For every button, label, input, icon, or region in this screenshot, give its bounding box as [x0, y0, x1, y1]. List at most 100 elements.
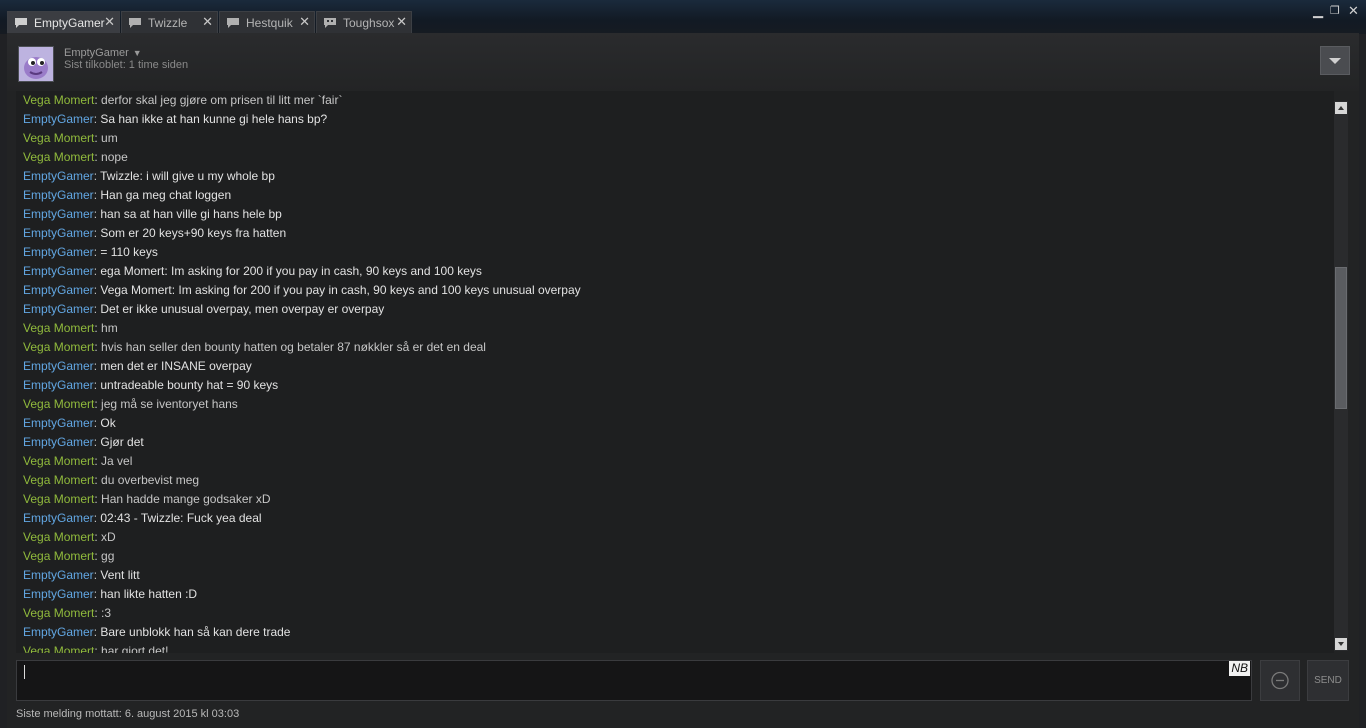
chat-scrollbar[interactable] — [1334, 101, 1348, 651]
tab-toughsox[interactable]: Toughsox ✕ — [316, 11, 412, 33]
close-icon[interactable]: ✕ — [396, 15, 407, 29]
message-sender[interactable]: EmptyGamer — [23, 587, 94, 601]
message-sender[interactable]: Vega Momert — [23, 492, 94, 506]
chat-message: EmptyGamer: 02:43 - Twizzle: Fuck yea de… — [23, 511, 262, 525]
message-sender[interactable]: Vega Momert — [23, 131, 94, 145]
avatar[interactable] — [18, 46, 54, 82]
message-sender[interactable]: EmptyGamer — [23, 416, 94, 430]
chat-message: EmptyGamer: Gjør det — [23, 435, 144, 449]
chevron-down-icon[interactable]: ▼ — [133, 48, 142, 58]
title-bar: EmptyGamer ✕ Twizzle ✕ Hestquik ✕ Toughs… — [0, 0, 1366, 34]
minimize-icon[interactable]: ▁ — [1313, 4, 1323, 18]
emoticon-button[interactable] — [1260, 660, 1300, 701]
message-text: Bare unblokk han så kan dere trade — [100, 625, 291, 639]
message-sender[interactable]: Vega Momert — [23, 606, 94, 620]
message-text: xD — [101, 530, 116, 544]
message-text: Vent litt — [100, 568, 140, 582]
message-text: :3 — [101, 606, 112, 620]
chat-message: Vega Momert: um — [23, 131, 118, 145]
message-sender[interactable]: Vega Momert — [23, 549, 94, 563]
tab-twizzle[interactable]: Twizzle ✕ — [121, 11, 218, 33]
message-sender[interactable]: EmptyGamer — [23, 112, 94, 126]
message-text: Gjør det — [100, 435, 144, 449]
message-text: untradeable bounty hat = 90 keys — [100, 378, 279, 392]
message-input[interactable]: NB — [16, 660, 1252, 701]
friend-header: EmptyGamer ▼ Sist tilkoblet: 1 time siden — [7, 33, 1359, 91]
close-icon[interactable]: ✕ — [299, 15, 310, 29]
chat-message: EmptyGamer: = 110 keys — [23, 245, 158, 259]
message-text: du overbevist meg — [101, 473, 200, 487]
message-text: hvis han seller den bounty hatten og bet… — [101, 340, 486, 354]
chat-log[interactable]: Vega Momert: derfor skal jeg gjøre om pr… — [16, 91, 1334, 653]
chat-message: Vega Momert: nope — [23, 150, 128, 164]
chat-message: Vega Momert: har gjort det! — [16, 642, 1334, 653]
last-message-status: Siste melding mottatt: 6. august 2015 kl… — [16, 708, 240, 720]
close-icon[interactable]: ✕ — [104, 15, 115, 29]
message-text: jeg må se iventoryet hans — [101, 397, 238, 411]
friend-username[interactable]: EmptyGamer ▼ — [64, 47, 142, 59]
close-icon[interactable]: ✕ — [202, 15, 213, 29]
tab-label: Twizzle — [148, 15, 188, 30]
message-sender[interactable]: Vega Momert — [23, 530, 94, 544]
message-text: Vega Momert: Im asking for 200 if you pa… — [100, 283, 581, 297]
chat-message: EmptyGamer: Sa han ikke at han kunne gi … — [23, 112, 328, 126]
message-sender[interactable]: EmptyGamer — [23, 283, 94, 297]
message-sender[interactable]: EmptyGamer — [23, 378, 94, 392]
send-button[interactable]: SEND — [1307, 660, 1349, 701]
message-text: um — [101, 131, 118, 145]
chat-bubble-icon — [323, 17, 337, 29]
chat-message: Vega Momert: du overbevist meg — [23, 473, 200, 487]
message-sender[interactable]: Vega Momert — [23, 644, 94, 653]
tab-label: EmptyGamer — [34, 15, 105, 30]
message-sender[interactable]: EmptyGamer — [23, 188, 94, 202]
chat-message: EmptyGamer: Vega Momert: Im asking for 2… — [23, 283, 581, 297]
message-sender[interactable]: Vega Momert — [23, 473, 94, 487]
message-text: Han hadde mange godsaker xD — [101, 492, 271, 506]
message-sender[interactable]: EmptyGamer — [23, 245, 94, 259]
chat-message: EmptyGamer: ega Momert: Im asking for 20… — [23, 264, 482, 278]
message-sender[interactable]: EmptyGamer — [23, 511, 94, 525]
chat-message: EmptyGamer: han sa at han ville gi hans … — [23, 207, 282, 221]
message-sender[interactable]: Vega Momert — [23, 340, 94, 354]
scroll-thumb[interactable] — [1335, 267, 1347, 409]
message-sender[interactable]: EmptyGamer — [23, 207, 94, 221]
message-sender[interactable]: EmptyGamer — [23, 625, 94, 639]
text-cursor — [24, 665, 25, 679]
message-sender[interactable]: EmptyGamer — [23, 169, 94, 183]
restore-icon[interactable]: ❐ — [1330, 4, 1340, 18]
chat-message: Vega Momert: Ja vel — [23, 454, 133, 468]
chat-message: EmptyGamer: Som er 20 keys+90 keys fra h… — [23, 226, 287, 240]
message-sender[interactable]: EmptyGamer — [23, 226, 94, 240]
message-sender[interactable]: EmptyGamer — [23, 302, 94, 316]
message-sender[interactable]: EmptyGamer — [23, 359, 94, 373]
chat-message: Vega Momert: gg — [23, 549, 115, 563]
message-sender[interactable]: Vega Momert — [23, 93, 94, 107]
chat-panel: EmptyGamer ▼ Sist tilkoblet: 1 time siden… — [7, 33, 1359, 728]
message-sender[interactable]: Vega Momert — [23, 150, 94, 164]
message-text: nope — [101, 150, 128, 164]
scroll-up-icon[interactable] — [1335, 102, 1347, 114]
tab-label: Toughsox — [343, 15, 395, 30]
message-text: = 110 keys — [100, 245, 158, 259]
chat-message: Vega Momert: hvis han seller den bounty … — [23, 340, 486, 354]
message-text: Sa han ikke at han kunne gi hele hans bp… — [100, 112, 328, 126]
message-sender[interactable]: EmptyGamer — [23, 264, 94, 278]
message-text: Ok — [100, 416, 116, 430]
message-text: men det er INSANE overpay — [100, 359, 252, 373]
message-sender[interactable]: Vega Momert — [23, 397, 94, 411]
tab-hestquik[interactable]: Hestquik ✕ — [219, 11, 315, 33]
message-sender[interactable]: EmptyGamer — [23, 568, 94, 582]
message-text: derfor skal jeg gjøre om prisen til litt… — [101, 93, 343, 107]
scroll-down-icon[interactable] — [1335, 638, 1347, 650]
chat-message: EmptyGamer: Vent litt — [23, 568, 140, 582]
window-close-icon[interactable]: ✕ — [1348, 4, 1359, 18]
chevron-down-icon — [1329, 58, 1341, 64]
message-sender[interactable]: Vega Momert — [23, 321, 94, 335]
last-online-status: Sist tilkoblet: 1 time siden — [64, 59, 189, 71]
message-sender[interactable]: EmptyGamer — [23, 435, 94, 449]
message-text: hm — [101, 321, 118, 335]
message-sender[interactable]: Vega Momert — [23, 454, 94, 468]
options-dropdown-button[interactable] — [1320, 46, 1350, 75]
tab-emptygamer[interactable]: EmptyGamer ✕ — [7, 11, 120, 33]
chat-message: Vega Momert: derfor skal jeg gjøre om pr… — [23, 93, 343, 107]
